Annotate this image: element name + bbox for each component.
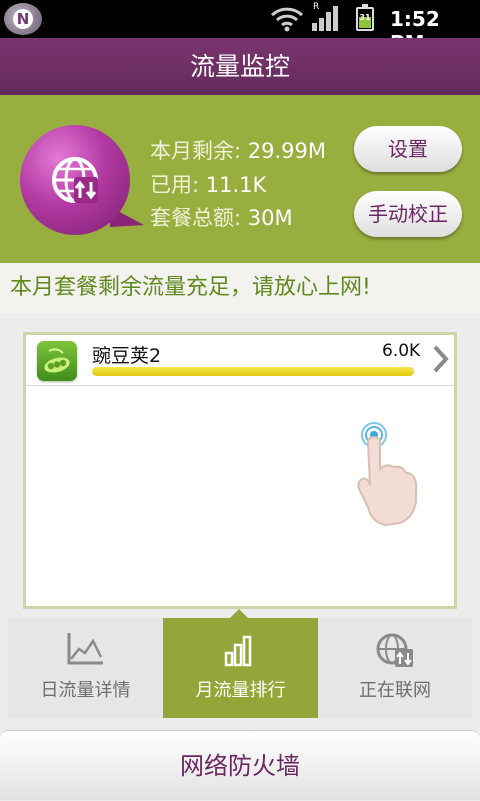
usage-summary-panel: 本月剩余: 29.99M 已用: 11.1K 套餐总额: 30M 设置 手动校正 (0, 95, 480, 263)
remaining-label: 本月剩余: (150, 139, 248, 163)
app-notification-icon: N (4, 3, 42, 35)
battery-level: 31 (359, 13, 371, 22)
title-bar: 流量监控 (0, 38, 480, 95)
touch-hint-icon (357, 422, 417, 527)
app-name: 豌豆荚2 (92, 345, 162, 367)
used-label: 已用: (150, 173, 206, 197)
app-usage-list: 豌豆荚2 6.0K (23, 332, 457, 609)
used-stat: 已用: 11.1K (150, 169, 266, 199)
tab-daily-details[interactable]: 日流量详情 (8, 618, 163, 718)
total-stat: 套餐总额: 30M (150, 202, 293, 232)
globe-transfer-icon (376, 633, 413, 667)
bar-chart-icon (224, 635, 252, 667)
list-item[interactable]: 豌豆荚2 6.0K (26, 335, 454, 386)
globe-transfer-icon (52, 157, 98, 203)
settings-button[interactable]: 设置 (354, 126, 462, 172)
firewall-button[interactable]: 网络防火墙 (0, 730, 480, 800)
calibrate-button[interactable]: 手动校正 (354, 191, 462, 237)
remaining-value: 29.99M (247, 139, 327, 163)
remaining-stat: 本月剩余: 29.99M (150, 135, 326, 165)
total-label: 套餐总额: (150, 206, 248, 230)
chevron-right-icon (433, 345, 449, 373)
tab-bar: 日流量详情 月流量排行 正在联网 (8, 609, 472, 718)
used-value: 11.1K (205, 173, 267, 197)
battery-icon: 31 (356, 4, 374, 31)
app-icon (37, 341, 77, 381)
page-title: 流量监控 (189, 52, 290, 81)
status-message: 本月套餐剩余流量充足，请放心上网! (0, 263, 480, 313)
tab-monthly-ranking[interactable]: 月流量排行 (163, 609, 318, 718)
tab-label: 正在联网 (359, 680, 431, 701)
tab-label: 月流量排行 (195, 680, 286, 701)
tab-online-now[interactable]: 正在联网 (318, 618, 472, 718)
status-bar: N R 31 1:52 PM (0, 0, 480, 55)
line-chart-icon (67, 633, 103, 665)
usage-bar-fill (92, 367, 414, 376)
usage-bar (92, 367, 414, 376)
tab-label: 日流量详情 (40, 680, 131, 701)
signal-icon (312, 6, 338, 31)
total-value: 30M (247, 206, 293, 230)
wifi-icon (270, 7, 304, 32)
app-usage: 6.0K (382, 341, 421, 361)
